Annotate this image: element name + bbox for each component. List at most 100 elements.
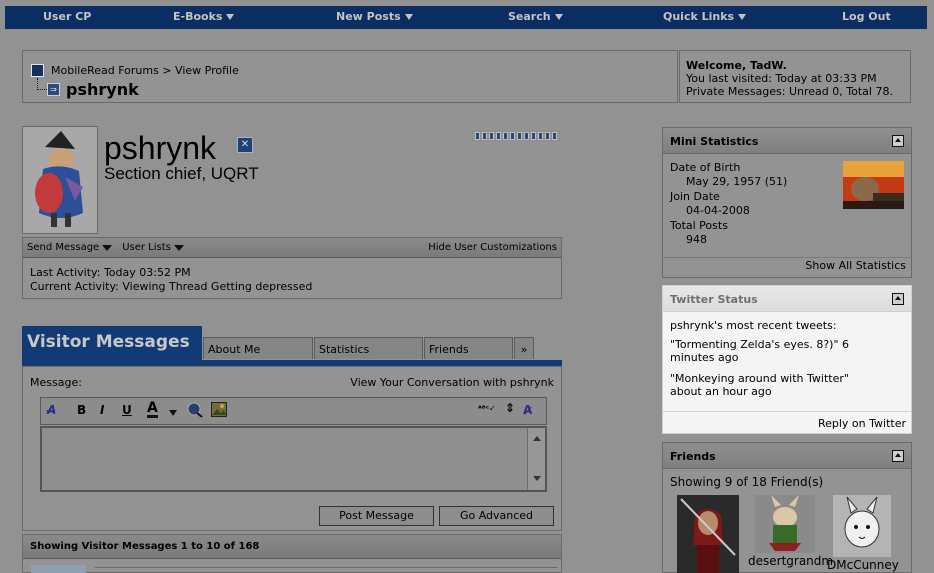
editor-toolbar: A̶ B I U A ᴬᴮᶜ✓ ⇕ A̷ xyxy=(40,397,547,425)
chevron-down-icon[interactable] xyxy=(169,410,177,416)
switch-mode-icon[interactable]: A̷ xyxy=(523,403,532,417)
top-navbar: User CP E-Books New Posts Search Quick L… xyxy=(5,6,927,29)
offline-status-icon: ✕ xyxy=(237,137,253,153)
italic-icon[interactable]: I xyxy=(100,403,104,417)
breadcrumb-current[interactable]: View Profile xyxy=(175,64,239,77)
friend-name-3[interactable]: DMcCunney xyxy=(827,558,899,572)
twitter-status-block: Twitter Status pshrynk's most recent twe… xyxy=(662,285,912,434)
total-posts-value: 948 xyxy=(686,233,707,246)
tab-more[interactable]: » xyxy=(514,337,534,359)
tweet-1-time-cont[interactable]: minutes ago xyxy=(670,351,738,364)
welcome-greeting: Welcome, TadW. xyxy=(686,59,787,72)
last-activity: Last Activity: Today 03:52 PM xyxy=(30,266,191,279)
nav-search[interactable]: Search xyxy=(508,10,563,23)
profile-user-title: Section chief, UQRT xyxy=(104,164,259,183)
user-lists-menu[interactable]: User Lists xyxy=(122,242,184,253)
tweet-1-time[interactable]: 6 xyxy=(842,338,849,351)
tweet-2-text: "Monkeying around with Twitter" xyxy=(670,372,849,385)
nav-log-out[interactable]: Log Out xyxy=(842,10,891,23)
show-all-statistics-link[interactable]: Show All Statistics xyxy=(805,259,906,272)
chevron-down-icon xyxy=(173,244,184,251)
nav-new-posts-label: New Posts xyxy=(336,10,401,23)
tweet-1: "Tormenting Zelda's eyes. 8?)" 6 xyxy=(670,338,849,351)
reputation-pip xyxy=(503,132,508,140)
send-message-menu[interactable]: Send Message xyxy=(27,242,113,253)
twitter-status-header: Twitter Status xyxy=(663,286,911,312)
tweet-1-text: "Tormenting Zelda's eyes. 8?)" xyxy=(670,338,839,351)
resize-icon[interactable]: ⇕ xyxy=(505,401,515,415)
friend-avatar-3[interactable] xyxy=(833,495,891,557)
underline-icon[interactable]: U xyxy=(122,403,132,417)
nav-quick-links[interactable]: Quick Links xyxy=(663,10,747,23)
reply-on-twitter-link[interactable]: Reply on Twitter xyxy=(818,417,906,430)
reputation-bar xyxy=(475,132,557,140)
welcome-box: Welcome, TadW. You last visited: Today a… xyxy=(679,50,911,103)
breadcrumb-site-link[interactable]: MobileRead Forums xyxy=(51,64,159,77)
friends-title: Friends xyxy=(670,450,716,463)
forum-home-icon[interactable] xyxy=(31,64,44,77)
scroll-down-icon[interactable] xyxy=(533,476,541,481)
nav-new-posts[interactable]: New Posts xyxy=(336,10,413,23)
tweets-intro: pshrynk's most recent tweets: xyxy=(670,319,837,332)
tab-statistics[interactable]: Statistics xyxy=(314,337,423,359)
tab-about-me[interactable]: About Me xyxy=(203,337,313,359)
nav-log-out-label: Log Out xyxy=(842,10,891,23)
collapse-icon[interactable] xyxy=(892,293,904,305)
insert-image-icon[interactable] xyxy=(211,402,227,420)
avatar-image xyxy=(23,127,97,233)
visitor-messages-section: Showing Visitor Messages 1 to 10 of 168 xyxy=(22,534,562,573)
chevron-down-icon xyxy=(102,244,113,251)
tweet-2-time[interactable]: about an hour ago xyxy=(670,385,772,398)
tab-friends[interactable]: Friends xyxy=(424,337,513,359)
nav-ebooks-label: E-Books xyxy=(173,10,223,23)
current-activity-label: Current Activity: xyxy=(30,280,119,293)
friend-avatar-2[interactable] xyxy=(755,495,815,553)
post-message-button[interactable]: Post Message xyxy=(319,506,434,526)
nav-ebooks[interactable]: E-Books xyxy=(173,10,235,23)
reputation-pip xyxy=(524,132,529,140)
reputation-pip xyxy=(496,132,501,140)
reputation-pip xyxy=(489,132,494,140)
total-posts-label: Total Posts xyxy=(670,219,728,232)
join-date-label: Join Date xyxy=(670,190,720,203)
collapse-icon[interactable] xyxy=(892,450,904,462)
stats-avatar xyxy=(843,161,904,209)
reputation-pip xyxy=(475,132,480,140)
insert-link-icon[interactable] xyxy=(187,402,203,421)
reputation-pip xyxy=(552,132,557,140)
font-color-icon[interactable]: A xyxy=(147,401,158,418)
activity-panel: Send Message User Lists Hide User Custom… xyxy=(22,237,562,299)
reputation-pip xyxy=(517,132,522,140)
profile-header: pshrynk ✕ Section chief, UQRT xyxy=(22,126,562,236)
view-conversation-link[interactable]: View Your Conversation with pshrynk xyxy=(350,376,554,389)
reputation-pip xyxy=(545,132,550,140)
friends-header: Friends xyxy=(663,443,911,469)
page-title: pshrynk xyxy=(66,80,139,99)
scroll-up-icon[interactable] xyxy=(533,436,541,441)
spellcheck-icon[interactable]: ᴬᴮᶜ✓ xyxy=(478,404,496,413)
remove-format-icon[interactable]: A̶ xyxy=(47,403,56,417)
chevron-down-icon xyxy=(226,13,235,20)
collapse-icon[interactable] xyxy=(892,135,904,147)
twitter-divider xyxy=(663,411,911,412)
hide-customizations-link[interactable]: Hide User Customizations xyxy=(428,242,557,253)
bold-icon[interactable]: B xyxy=(77,403,86,417)
tree-connector xyxy=(37,78,47,90)
reload-page-icon[interactable]: ⇒ xyxy=(47,83,60,96)
message-divider xyxy=(95,567,557,568)
friend-name-2[interactable]: desertgrandm xyxy=(748,554,833,568)
visitor-avatar-thumb xyxy=(31,565,86,573)
go-advanced-button[interactable]: Go Advanced xyxy=(439,506,554,526)
message-textarea[interactable] xyxy=(40,426,547,492)
editor-scrollbar[interactable] xyxy=(527,428,545,490)
private-messages-link[interactable]: Private Messages: Unread 0, Total 78. xyxy=(686,85,893,98)
current-activity-link[interactable]: Viewing Thread Getting depressed xyxy=(122,280,312,293)
nav-user-cp[interactable]: User CP xyxy=(43,10,91,23)
visitor-messages-count: Showing Visitor Messages 1 to 10 of 168 xyxy=(23,535,561,559)
chevron-down-icon xyxy=(554,13,563,20)
friends-block: Friends Showing 9 of 18 Friend(s) desert… xyxy=(662,442,912,573)
friend-avatar-1[interactable] xyxy=(677,495,739,573)
mini-statistics-block: Mini Statistics Date of Birth May 29, 19… xyxy=(662,127,912,278)
reputation-pip xyxy=(531,132,536,140)
twitter-status-title: Twitter Status xyxy=(670,293,758,306)
